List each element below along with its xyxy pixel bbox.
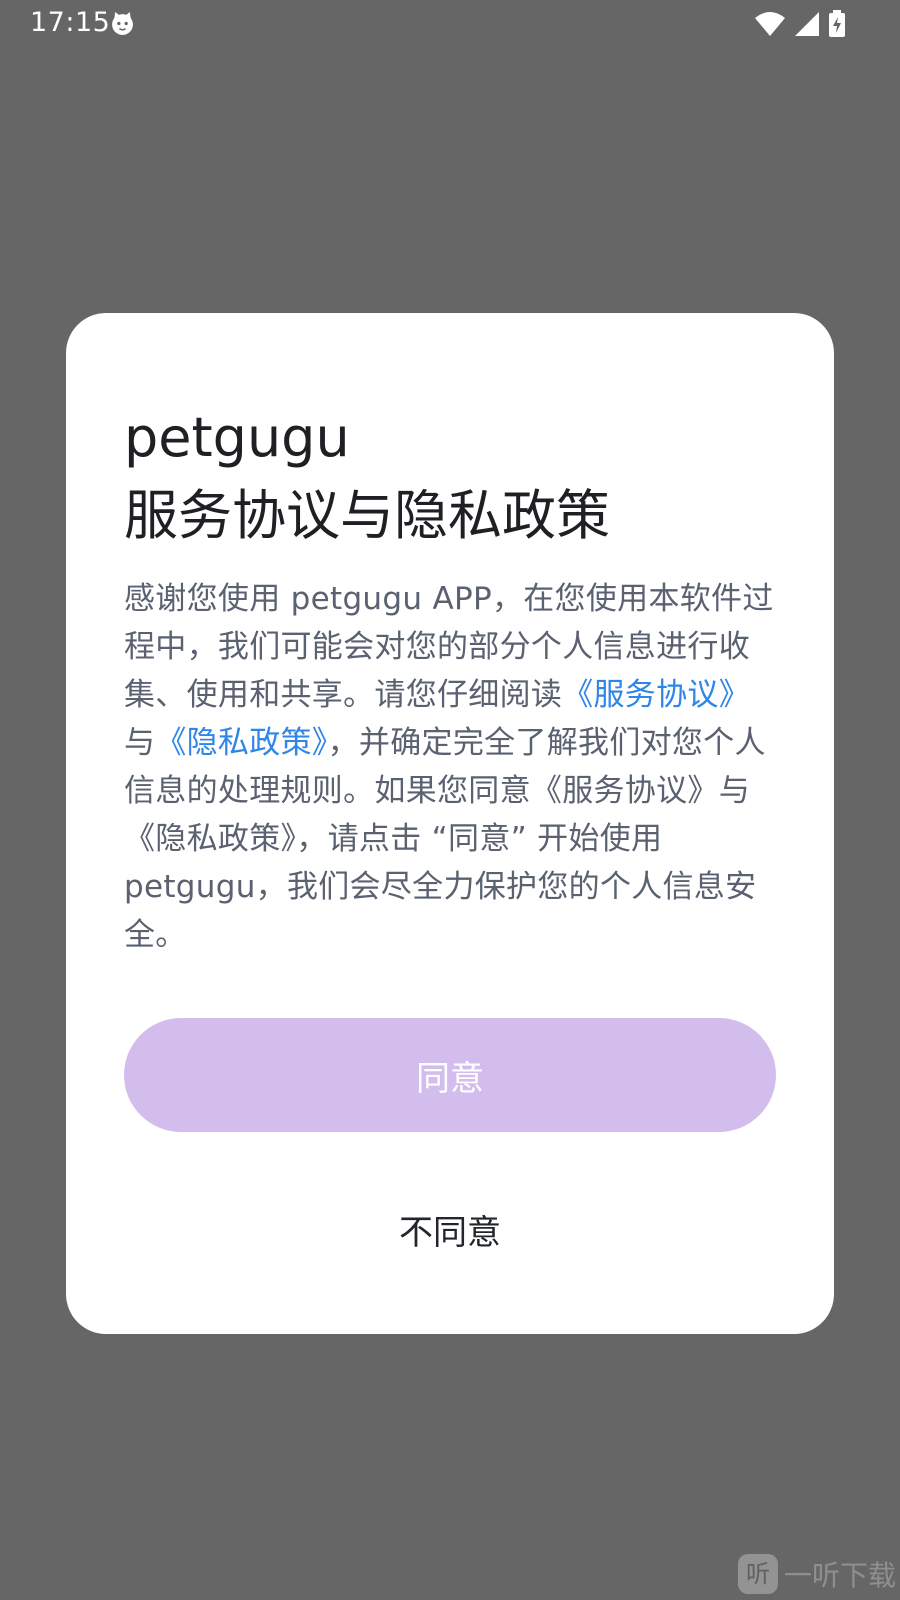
status-time: 17:15: [30, 7, 111, 38]
dialog-title-heading: 服务协议与隐私政策: [124, 484, 610, 547]
dialog-body: 感谢您使用 petgugu APP，在您使用本软件过程中，我们可能会对您的部分个…: [124, 575, 780, 959]
service-agreement-link[interactable]: 《服务协议》: [562, 677, 750, 713]
cat-face-icon: [112, 12, 133, 35]
disagree-button[interactable]: 不同意: [124, 1181, 776, 1277]
watermark: 听 一听下载: [737, 1552, 896, 1596]
wifi-icon: [755, 12, 785, 36]
dialog-title: petgugu 服务协议与隐私政策: [124, 399, 784, 555]
battery-charging-icon: [829, 10, 845, 37]
body-text-conjunction: 与: [124, 725, 156, 761]
agree-button[interactable]: 同意: [124, 1018, 776, 1132]
watermark-logo: 听: [737, 1554, 778, 1594]
status-icons: [754, 9, 846, 39]
privacy-policy-link[interactable]: 《隐私政策》: [155, 725, 327, 761]
cellular-signal-icon: [795, 12, 819, 36]
watermark-text: 一听下载: [783, 1559, 896, 1592]
status-bar: 17:15: [0, 0, 900, 48]
dialog-title-app-name: petgugu: [124, 406, 350, 469]
privacy-dialog: petgugu 服务协议与隐私政策 感谢您使用 petgugu APP，在您使用…: [66, 313, 834, 1334]
